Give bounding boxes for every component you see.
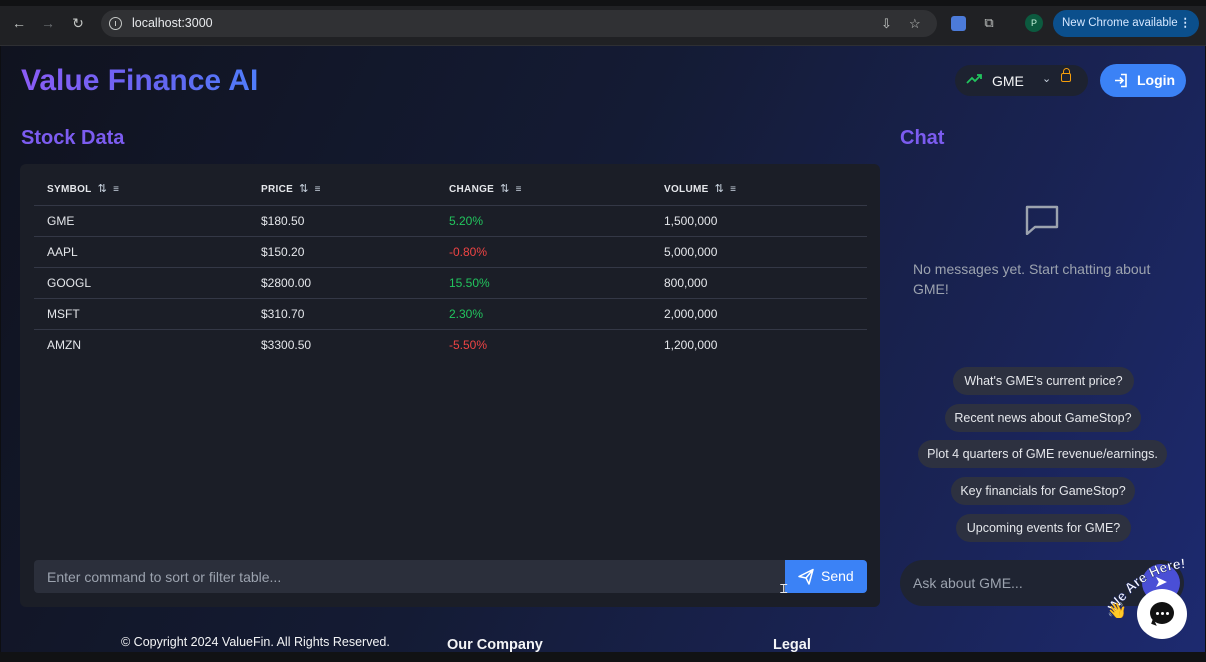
profile-avatar[interactable]: P [1025, 14, 1043, 32]
suggestion-chip[interactable]: Plot 4 quarters of GME revenue/earnings. [918, 440, 1167, 468]
ticker-value: GME [992, 73, 1024, 89]
login-icon [1114, 64, 1129, 109]
forward-icon[interactable]: → [39, 14, 57, 32]
site-info-icon[interactable] [109, 17, 122, 30]
cell-change: -5.50% [449, 337, 488, 352]
chrome-update-button[interactable]: New Chrome available ⋮ [1053, 10, 1199, 37]
footer-legal-heading: Legal [773, 637, 811, 652]
filter-icon[interactable]: ≡ [113, 184, 119, 195]
table-row[interactable]: AMZN $3300.50 -5.50% 1,200,000 [34, 329, 867, 360]
cell-price: $310.70 [248, 298, 436, 330]
text-cursor-icon: Ꮖ [780, 582, 788, 596]
table-command-input[interactable] [34, 560, 786, 593]
send-button[interactable]: Send [785, 560, 867, 593]
waving-hand-icon: 👋 [1107, 602, 1127, 618]
send-icon [798, 560, 814, 605]
column-label: CHANGE [449, 184, 495, 196]
cell-volume: 800,000 [651, 267, 867, 299]
table-row[interactable]: GME $180.50 5.20% 1,500,000 [34, 205, 867, 237]
support-chat-button[interactable] [1137, 589, 1187, 639]
footer-company-heading: Our Company [447, 637, 543, 652]
cell-symbol: MSFT [34, 298, 248, 330]
stock-data-title: Stock Data [21, 127, 125, 149]
cell-symbol: GOOGL [34, 267, 248, 299]
url-text[interactable]: localhost:3000 [132, 16, 213, 30]
address-bar[interactable]: localhost:3000 ⇩ ☆ [101, 10, 937, 37]
table-row[interactable]: AAPL $150.20 -0.80% 5,000,000 [34, 236, 867, 268]
cell-price: $3300.50 [261, 337, 312, 352]
cell-price: $150.20 [248, 236, 436, 268]
cell-volume: 1,200,000 [664, 337, 718, 352]
message-square-icon [1025, 205, 1059, 235]
send-label: Send [821, 568, 854, 584]
app-page: Value Finance AI GME ⌄ Login Stock Data … [1, 46, 1205, 652]
translate-extension-icon[interactable] [951, 16, 966, 31]
sort-icon[interactable]: ⇅ [715, 183, 725, 195]
column-header-change[interactable]: CHANGE ⇅ ≡ [436, 173, 651, 206]
cell-change: 15.50% [436, 267, 651, 299]
brand-title[interactable]: Value Finance AI [21, 64, 258, 98]
extensions-puzzle-icon[interactable]: ⧉ [980, 14, 998, 32]
column-label: SYMBOL [47, 184, 92, 196]
install-app-icon[interactable]: ⇩ [881, 16, 892, 32]
column-header-price[interactable]: PRICE ⇅ ≡ [248, 173, 436, 206]
column-label: VOLUME [664, 184, 709, 196]
suggestion-chip[interactable]: Recent news about GameStop? [945, 404, 1141, 432]
table-row[interactable]: MSFT $310.70 2.30% 2,000,000 [34, 298, 867, 330]
back-icon[interactable]: ← [10, 14, 28, 32]
sort-icon[interactable]: ⇅ [98, 183, 108, 195]
suggestion-chip[interactable]: What's GME's current price? [953, 367, 1134, 395]
sort-icon[interactable]: ⇅ [299, 183, 309, 195]
filter-icon[interactable]: ≡ [315, 184, 321, 195]
sort-icon[interactable]: ⇅ [500, 183, 510, 195]
reload-icon[interactable]: ↻ [69, 14, 87, 32]
login-button[interactable]: Login [1100, 64, 1186, 97]
cell-symbol: GME [34, 205, 248, 237]
cell-symbol: AAPL [34, 236, 248, 268]
lock-icon [1061, 68, 1071, 82]
filter-icon[interactable]: ≡ [730, 184, 736, 195]
stock-table: SYMBOL ⇅ ≡ PRICE ⇅ ≡ CHANGE ⇅ ≡ VOLUME ⇅ ≡ GME $… [34, 173, 867, 360]
table-row[interactable]: GOOGL $2800.00 15.50% 800,000 [34, 267, 867, 299]
chevron-down-icon: ⌄ [1042, 73, 1052, 85]
cell-change: 5.20% [436, 205, 651, 237]
window-bottom-edge [0, 652, 1206, 662]
ticker-selector[interactable]: GME ⌄ [955, 65, 1088, 96]
suggestion-chip[interactable]: Key financials for GameStop? [951, 477, 1135, 505]
chrome-update-label: New Chrome available [1062, 17, 1178, 29]
chat-empty-text: No messages yet. Start chatting about GM… [913, 261, 1151, 297]
cell-price: $180.50 [248, 205, 436, 237]
table-header-row: SYMBOL ⇅ ≡ PRICE ⇅ ≡ CHANGE ⇅ ≡ VOLUME ⇅ ≡ [34, 173, 867, 206]
cell-price: $2800.00 [248, 267, 436, 299]
cell-symbol: AMZN [47, 337, 81, 352]
window-top-edge [0, 0, 1206, 6]
column-header-volume[interactable]: VOLUME ⇅ ≡ [651, 173, 867, 206]
cell-change: -0.80% [436, 236, 651, 268]
stock-table-panel: SYMBOL ⇅ ≡ PRICE ⇅ ≡ CHANGE ⇅ ≡ VOLUME ⇅ ≡ GME $… [20, 164, 880, 607]
login-label: Login [1137, 72, 1176, 88]
browser-chrome: ← → ↻ localhost:3000 ⇩ ☆ ⧉ P New Chrome … [0, 0, 1206, 46]
suggestion-chip[interactable]: Upcoming events for GME? [956, 514, 1131, 542]
chat-bubble-icon [1150, 602, 1174, 624]
cell-volume: 1,500,000 [651, 205, 867, 237]
column-header-symbol[interactable]: SYMBOL ⇅ ≡ [34, 173, 248, 206]
bookmark-star-icon[interactable]: ☆ [909, 16, 921, 32]
cell-change: 2.30% [436, 298, 651, 330]
trending-up-icon [966, 71, 982, 90]
cell-volume: 2,000,000 [651, 298, 867, 330]
filter-icon[interactable]: ≡ [516, 184, 522, 195]
column-label: PRICE [261, 184, 294, 196]
cell-volume: 5,000,000 [651, 236, 867, 268]
footer-copyright: © Copyright 2024 ValueFin. All Rights Re… [121, 635, 390, 649]
chrome-menu-icon[interactable]: ⋮ [1180, 10, 1192, 37]
chat-title: Chat [900, 127, 945, 149]
